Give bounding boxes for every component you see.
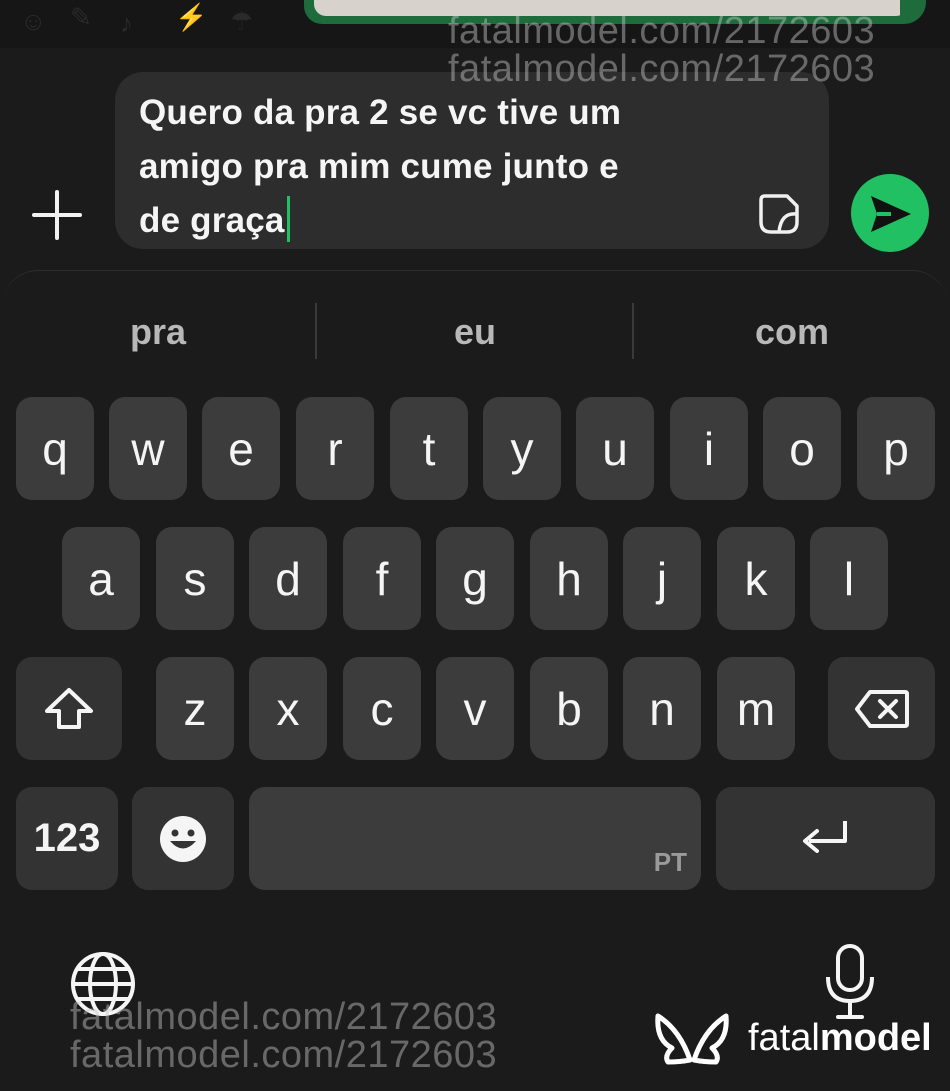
- message-text[interactable]: Quero da pra 2 se vc tive um amigo pra m…: [139, 86, 739, 248]
- message-input[interactable]: Quero da pra 2 se vc tive um amigo pra m…: [115, 72, 829, 249]
- language-label: PT: [653, 847, 687, 877]
- key-r[interactable]: r: [296, 397, 374, 500]
- doodle-icon: ☺: [20, 6, 47, 36]
- watermark-text: fatalmodel.com/2172603: [448, 10, 876, 52]
- key-d[interactable]: d: [249, 527, 327, 630]
- key-k[interactable]: k: [717, 527, 795, 630]
- text-caret: [286, 196, 290, 242]
- emoji-key[interactable]: [132, 787, 234, 890]
- key-m[interactable]: m: [717, 657, 795, 760]
- doodle-icon: ☂: [230, 6, 254, 36]
- doodle-icon: ♪: [120, 8, 133, 38]
- attach-plus-button[interactable]: [32, 190, 82, 240]
- suggestion-1[interactable]: pra: [8, 311, 308, 353]
- key-c[interactable]: c: [343, 657, 421, 760]
- key-q[interactable]: q: [16, 397, 94, 500]
- bubble-tail: [900, 0, 926, 24]
- brand-text-model: model: [819, 1016, 932, 1059]
- watermark-text: fatalmodel.com/2172603: [70, 996, 498, 1038]
- send-button[interactable]: [851, 174, 929, 252]
- key-z[interactable]: z: [156, 657, 234, 760]
- keyboard: pra eu com q w e r t y u i o p a s d f g…: [2, 270, 948, 1091]
- key-f[interactable]: f: [343, 527, 421, 630]
- key-b[interactable]: b: [530, 657, 608, 760]
- key-n[interactable]: n: [623, 657, 701, 760]
- key-j[interactable]: j: [623, 527, 701, 630]
- butterfly-logo-icon: [655, 1013, 729, 1065]
- backspace-icon: [854, 689, 909, 728]
- numbers-key-label: 123: [33, 816, 101, 860]
- shift-icon: [45, 687, 93, 729]
- enter-key[interactable]: [716, 787, 935, 890]
- numbers-key[interactable]: 123: [16, 787, 118, 890]
- key-s[interactable]: s: [156, 527, 234, 630]
- key-x[interactable]: x: [249, 657, 327, 760]
- suggestion-divider: [315, 303, 317, 359]
- doodle-icon: ⚡: [175, 2, 208, 32]
- key-a[interactable]: a: [62, 527, 140, 630]
- key-i[interactable]: i: [670, 397, 748, 500]
- key-u[interactable]: u: [576, 397, 654, 500]
- key-v[interactable]: v: [436, 657, 514, 760]
- key-y[interactable]: y: [483, 397, 561, 500]
- key-g[interactable]: g: [436, 527, 514, 630]
- message-draft: Quero da pra 2 se vc tive um amigo pra m…: [139, 93, 622, 240]
- suggestion-divider: [632, 303, 634, 359]
- key-t[interactable]: t: [390, 397, 468, 500]
- send-icon: [871, 196, 911, 232]
- brand-text-fatal: fatal: [748, 1016, 820, 1059]
- shift-key[interactable]: [16, 657, 122, 760]
- key-h[interactable]: h: [530, 527, 608, 630]
- space-key[interactable]: PT: [249, 787, 701, 890]
- enter-icon: [802, 820, 847, 853]
- key-e[interactable]: e: [202, 397, 280, 500]
- key-l[interactable]: l: [810, 527, 888, 630]
- emoji-icon: [160, 815, 206, 862]
- sticker-icon[interactable]: [757, 192, 801, 236]
- suggestion-3[interactable]: com: [642, 311, 942, 353]
- brand-logo: fatalmodel: [654, 1010, 932, 1066]
- doodle-icon: ✎: [70, 2, 92, 32]
- watermark-text: fatalmodel.com/2172603: [448, 48, 876, 90]
- key-p[interactable]: p: [857, 397, 935, 500]
- key-w[interactable]: w: [109, 397, 187, 500]
- backspace-key[interactable]: [828, 657, 935, 760]
- key-o[interactable]: o: [763, 397, 841, 500]
- watermark-text: fatalmodel.com/2172603: [70, 1034, 498, 1076]
- suggestion-2[interactable]: eu: [325, 311, 625, 353]
